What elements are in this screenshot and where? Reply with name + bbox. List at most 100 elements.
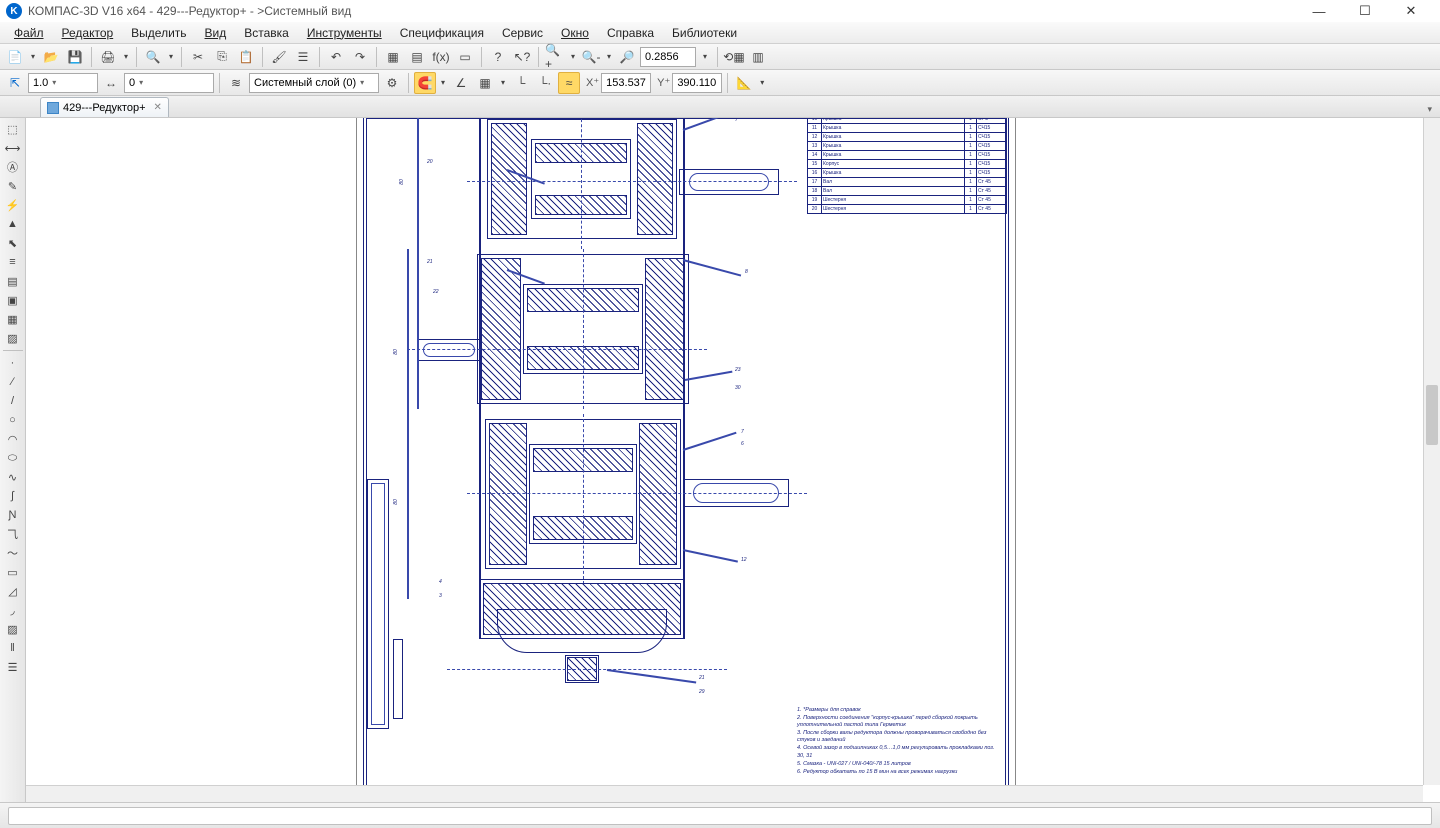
rebuild-button[interactable]: ⟲▦ bbox=[723, 46, 745, 68]
geom-spline[interactable]: ∿ bbox=[2, 468, 24, 486]
titlebar: K КОМПАС-3D V16 x64 - 429---Редуктор+ - … bbox=[0, 0, 1440, 22]
zoom-out-button[interactable]: 🔍- bbox=[580, 46, 602, 68]
tool-geometry[interactable]: ⬚ bbox=[2, 120, 24, 138]
measure-button[interactable]: 📐 bbox=[733, 72, 755, 94]
geom-bezier[interactable]: ∫ bbox=[2, 487, 24, 505]
geom-arc[interactable]: ◠ bbox=[2, 430, 24, 448]
save-button[interactable]: 💾 bbox=[64, 46, 86, 68]
scale-combo[interactable]: 1.0▾ bbox=[28, 73, 98, 93]
maximize-button[interactable]: ☐ bbox=[1342, 0, 1388, 22]
tool-param[interactable]: ⚡ bbox=[2, 196, 24, 214]
vertical-scrollbar[interactable] bbox=[1423, 118, 1440, 785]
ortho-button[interactable]: └ bbox=[510, 72, 532, 94]
menu-libs[interactable]: Библиотеки bbox=[664, 24, 745, 42]
menu-file[interactable]: Файл bbox=[6, 24, 52, 42]
help-button[interactable]: ? bbox=[487, 46, 509, 68]
round-button[interactable]: ≈ bbox=[558, 72, 580, 94]
parts-table: 9Втулка1Ст 310Крышка1Ст 311Крышка1СЧ1512… bbox=[807, 118, 1007, 214]
menu-view[interactable]: Вид bbox=[197, 24, 235, 42]
geom-circle[interactable]: ○ bbox=[2, 411, 24, 429]
geom-offset[interactable]: ‖ bbox=[2, 639, 24, 657]
layer-combo[interactable]: Системный слой (0)▾ bbox=[249, 73, 379, 93]
tool-insert[interactable]: ▣ bbox=[2, 291, 24, 309]
geom-aux-line[interactable]: ∕ bbox=[2, 373, 24, 391]
fx-button[interactable]: f(x) bbox=[430, 46, 452, 68]
new-dropdown[interactable]: ▾ bbox=[28, 46, 38, 68]
geom-polyline[interactable]: ⺄ bbox=[2, 525, 24, 543]
step-combo[interactable]: 0▾ bbox=[124, 73, 214, 93]
grid-dropdown[interactable]: ▾ bbox=[498, 72, 508, 94]
menu-select[interactable]: Выделить bbox=[123, 24, 194, 42]
zoom-fit-button[interactable]: 🔎 bbox=[616, 46, 638, 68]
tool-reports[interactable]: ▤ bbox=[2, 272, 24, 290]
menu-edit[interactable]: Редактор bbox=[54, 24, 122, 42]
new-button[interactable]: 📄 bbox=[4, 46, 26, 68]
brush-button[interactable]: 🖌 bbox=[268, 46, 290, 68]
snap-mode-button[interactable]: ⇱ bbox=[4, 72, 26, 94]
geom-rect[interactable]: ▭ bbox=[2, 563, 24, 581]
redo-button[interactable]: ↷ bbox=[349, 46, 371, 68]
grid-button[interactable]: ▦ bbox=[474, 72, 496, 94]
snap-dropdown[interactable]: ▾ bbox=[438, 72, 448, 94]
tree-button[interactable]: ▤ bbox=[406, 46, 428, 68]
cut-button[interactable]: ✂ bbox=[187, 46, 209, 68]
tool-spec[interactable]: ≡ bbox=[2, 253, 24, 271]
geom-point[interactable]: · bbox=[2, 354, 24, 372]
tool-select[interactable]: ⬉ bbox=[2, 234, 24, 252]
lcs-button[interactable]: └· bbox=[534, 72, 556, 94]
geom-fillet[interactable]: ◞ bbox=[2, 601, 24, 619]
print-dropdown[interactable]: ▾ bbox=[121, 46, 131, 68]
layer-icon[interactable]: ≋ bbox=[225, 72, 247, 94]
paste-button[interactable]: 📋 bbox=[235, 46, 257, 68]
geom-wave[interactable]: ～ bbox=[2, 544, 24, 562]
zoom-in-dropdown[interactable]: ▾ bbox=[568, 46, 578, 68]
menu-spec[interactable]: Спецификация bbox=[392, 24, 492, 42]
zoom-dropdown[interactable]: ▾ bbox=[698, 46, 712, 68]
geom-line[interactable]: / bbox=[2, 392, 24, 410]
horizontal-scrollbar[interactable] bbox=[26, 785, 1423, 802]
doctab-close-icon[interactable]: ✕ bbox=[154, 102, 162, 113]
coord-y-input[interactable] bbox=[672, 73, 722, 93]
undo-button[interactable]: ↶ bbox=[325, 46, 347, 68]
menu-window[interactable]: Окно bbox=[553, 24, 597, 42]
zoom-input[interactable] bbox=[640, 47, 696, 67]
preview-button[interactable]: 🔍 bbox=[142, 46, 164, 68]
menu-help[interactable]: Справка bbox=[599, 24, 662, 42]
geom-nurbs[interactable]: Ɲ bbox=[2, 506, 24, 524]
tool-annotate[interactable]: Ⓐ bbox=[2, 158, 24, 176]
doctab-menu-button[interactable]: ▾ bbox=[1425, 102, 1434, 117]
menu-service[interactable]: Сервис bbox=[494, 24, 551, 42]
print-button[interactable]: 🖨 bbox=[97, 46, 119, 68]
geom-gather[interactable]: ☰ bbox=[2, 658, 24, 676]
snap-magnet-button[interactable]: 🧲 bbox=[414, 72, 436, 94]
tool-measure[interactable]: ▲ bbox=[2, 215, 24, 233]
coord-x-input[interactable] bbox=[601, 73, 651, 93]
step-button[interactable]: ↔ bbox=[100, 72, 122, 94]
canvas[interactable]: 9Втулка1Ст 310Крышка1Ст 311Крышка1СЧ1512… bbox=[26, 118, 1440, 802]
angle-snap-button[interactable]: ∠ bbox=[450, 72, 472, 94]
vars-button[interactable]: ▭ bbox=[454, 46, 476, 68]
minimize-button[interactable]: — bbox=[1296, 0, 1342, 22]
preview-dropdown[interactable]: ▾ bbox=[166, 46, 176, 68]
geom-chamfer[interactable]: ◿ bbox=[2, 582, 24, 600]
whatsthis-button[interactable]: ↖? bbox=[511, 46, 533, 68]
geom-hatch[interactable]: ▨ bbox=[2, 620, 24, 638]
tool-views[interactable]: ▦ bbox=[2, 310, 24, 328]
layers-button[interactable]: ▥ bbox=[747, 46, 769, 68]
menu-tools[interactable]: Инструменты bbox=[299, 24, 390, 42]
properties-button[interactable]: ☰ bbox=[292, 46, 314, 68]
tool-more[interactable]: ▨ bbox=[2, 329, 24, 347]
geom-ellipse[interactable]: ⬭ bbox=[2, 449, 24, 467]
zoom-in-button[interactable]: 🔍+ bbox=[544, 46, 566, 68]
measure-dropdown[interactable]: ▾ bbox=[757, 72, 767, 94]
layer-settings-button[interactable]: ⚙ bbox=[381, 72, 403, 94]
tool-edit[interactable]: ✎ bbox=[2, 177, 24, 195]
doctab-active[interactable]: 429---Редуктор+ ✕ bbox=[40, 97, 169, 117]
zoom-out-dropdown[interactable]: ▾ bbox=[604, 46, 614, 68]
copy-button[interactable]: ⎘ bbox=[211, 46, 233, 68]
menu-insert[interactable]: Вставка bbox=[236, 24, 297, 42]
manager-button[interactable]: ▦ bbox=[382, 46, 404, 68]
close-button[interactable]: ✕ bbox=[1388, 0, 1434, 22]
open-button[interactable]: 📂 bbox=[40, 46, 62, 68]
tool-dimension[interactable]: ⟷ bbox=[2, 139, 24, 157]
